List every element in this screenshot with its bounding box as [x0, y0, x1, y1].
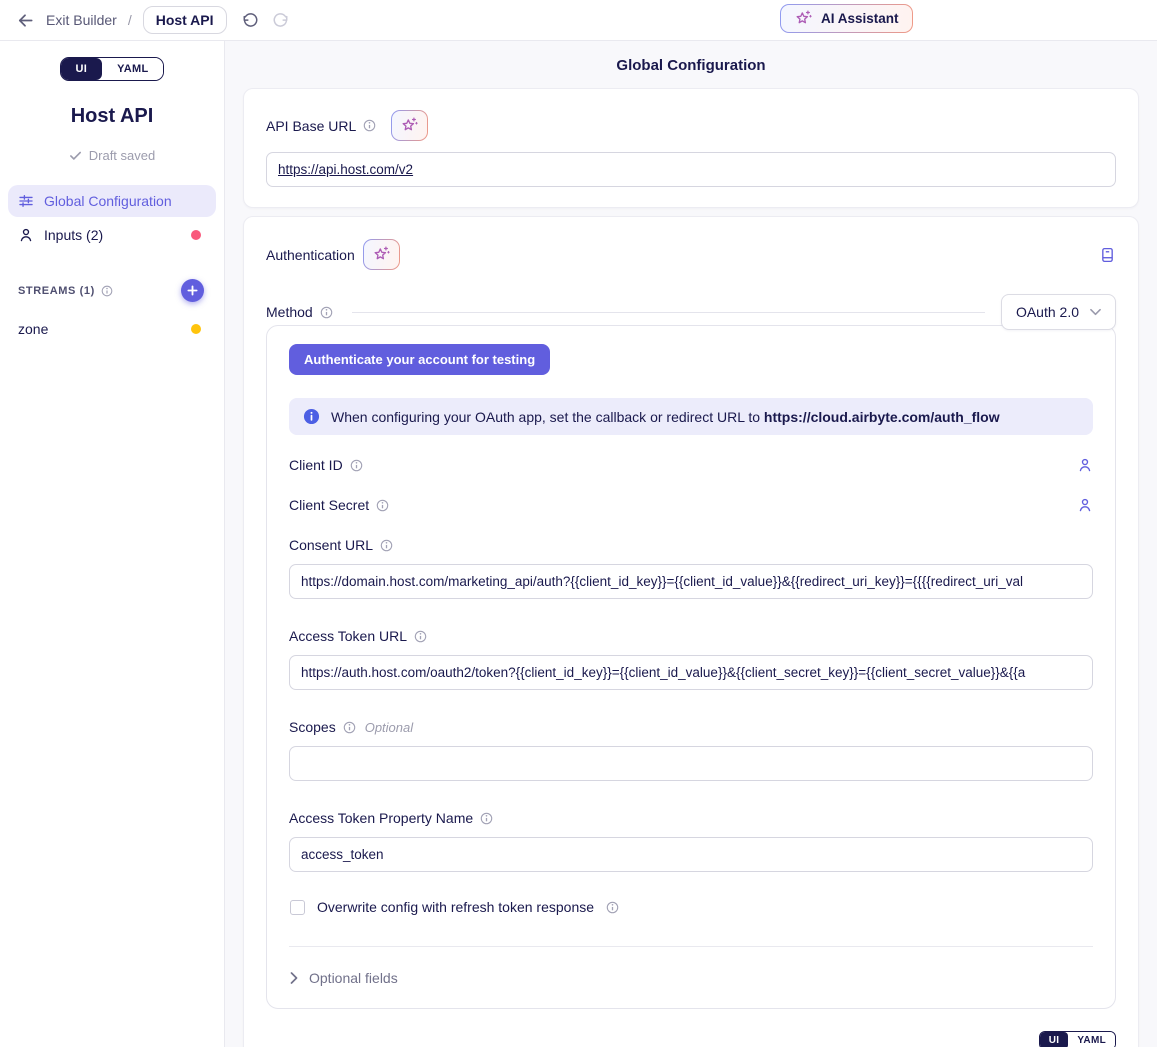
user-input-link-icon[interactable]: [1077, 497, 1093, 513]
oauth-config-group: Authenticate your account for testing Wh…: [266, 325, 1116, 1009]
info-icon: [350, 459, 363, 472]
save-status: Draft saved: [0, 148, 224, 163]
client-id-label: Client ID: [289, 457, 343, 473]
sidebar-item-global-configuration[interactable]: Global Configuration: [8, 185, 216, 217]
connector-name-pill[interactable]: Host API: [143, 6, 227, 34]
sparkle-icon: [372, 245, 391, 264]
info-filled-icon: [303, 408, 320, 425]
user-icon: [18, 227, 34, 243]
access-token-url-input[interactable]: [289, 655, 1093, 690]
card-ui-yaml-toggle[interactable]: UI YAML: [1039, 1031, 1116, 1047]
chevron-down-icon: [1090, 308, 1101, 316]
consent-url-label: Consent URL: [289, 537, 373, 553]
client-secret-label: Client Secret: [289, 497, 369, 513]
sidebar-item-stream-zone[interactable]: zone: [8, 314, 216, 344]
toggle-ui[interactable]: UI: [1040, 1032, 1069, 1047]
authentication-label: Authentication: [266, 247, 355, 263]
auth-method-value: OAuth 2.0: [1016, 304, 1079, 320]
info-icon: [363, 119, 376, 132]
token-property-row: Access Token Property Name: [289, 810, 1093, 826]
stream-status-dot: [191, 324, 201, 334]
back-arrow-icon[interactable]: [16, 11, 35, 30]
toggle-ui[interactable]: UI: [61, 58, 103, 80]
streams-header: STREAMS (1): [18, 279, 206, 302]
check-icon: [69, 149, 82, 162]
connector-builder-app: Exit Builder / Host API: [0, 0, 1157, 1047]
sidebar-nav: Global Configuration Inputs (2): [0, 185, 224, 251]
method-divider-line: [352, 312, 985, 313]
undo-icon[interactable]: [240, 10, 261, 31]
consent-url-row: Consent URL: [289, 537, 1093, 553]
sparkle-icon: [400, 116, 419, 135]
breadcrumb: Exit Builder / Host API: [16, 6, 227, 34]
ui-yaml-toggle[interactable]: UI YAML: [60, 57, 165, 81]
ai-suggest-button[interactable]: [391, 110, 428, 141]
access-token-url-label: Access Token URL: [289, 628, 407, 644]
info-icon: [376, 499, 389, 512]
save-status-label: Draft saved: [89, 148, 155, 163]
sidebar: UI YAML Host API Draft saved Global Conf…: [0, 41, 225, 1047]
info-icon: [380, 539, 393, 552]
client-id-row: Client ID: [289, 457, 1093, 473]
user-input-link-icon[interactable]: [1077, 457, 1093, 473]
info-icon: [343, 721, 356, 734]
info-icon: [606, 901, 619, 914]
auth-method-dropdown[interactable]: OAuth 2.0: [1001, 294, 1116, 330]
callout-text: When configuring your OAuth app, set the…: [331, 409, 1000, 425]
overwrite-config-row: Overwrite config with refresh token resp…: [289, 899, 1093, 915]
scopes-input[interactable]: [289, 746, 1093, 781]
method-label: Method: [266, 304, 313, 320]
breadcrumb-separator: /: [128, 12, 132, 28]
api-base-url-label: API Base URL: [266, 118, 356, 134]
stream-label: zone: [18, 321, 48, 337]
top-bar: Exit Builder / Host API: [0, 0, 1157, 41]
connector-title: Host API: [0, 105, 224, 128]
client-secret-row: Client Secret: [289, 497, 1093, 513]
oauth-callout: When configuring your OAuth app, set the…: [289, 398, 1093, 435]
overwrite-label: Overwrite config with refresh token resp…: [317, 899, 594, 915]
add-stream-button[interactable]: [181, 279, 204, 302]
info-icon: [101, 285, 113, 297]
history-buttons: [240, 10, 291, 31]
divider: [289, 946, 1093, 947]
sidebar-item-label: Global Configuration: [44, 193, 172, 209]
exit-builder-link[interactable]: Exit Builder: [46, 12, 117, 28]
consent-url-input[interactable]: [289, 564, 1093, 599]
main-panel: Global Configuration API Base URL: [225, 41, 1157, 1047]
streams-header-label: STREAMS (1): [18, 285, 95, 297]
info-icon: [414, 630, 427, 643]
toggle-yaml[interactable]: YAML: [1068, 1032, 1115, 1047]
authenticate-button[interactable]: Authenticate your account for testing: [289, 344, 550, 375]
sparkle-icon: [794, 9, 813, 28]
ai-assistant-label: AI Assistant: [821, 11, 899, 26]
docs-book-icon[interactable]: [1099, 246, 1116, 264]
info-icon: [320, 306, 333, 319]
api-base-url-input[interactable]: [266, 152, 1116, 187]
info-icon: [480, 812, 493, 825]
overwrite-checkbox[interactable]: [290, 900, 305, 915]
page-title: Global Configuration: [225, 57, 1157, 74]
chevron-right-icon: [289, 972, 299, 984]
token-property-label: Access Token Property Name: [289, 810, 473, 826]
scopes-label: Scopes: [289, 719, 336, 735]
ai-suggest-button[interactable]: [363, 239, 400, 270]
sliders-icon: [18, 193, 34, 209]
optional-fields-toggle[interactable]: Optional fields: [289, 970, 1093, 986]
inputs-status-dot: [191, 230, 201, 240]
ai-assistant-button[interactable]: AI Assistant: [780, 4, 913, 33]
scopes-row: Scopes Optional: [289, 719, 1093, 735]
sidebar-item-label: Inputs (2): [44, 227, 103, 243]
token-property-input[interactable]: [289, 837, 1093, 872]
redo-icon[interactable]: [270, 10, 291, 31]
sidebar-item-inputs[interactable]: Inputs (2): [8, 219, 216, 251]
optional-tag: Optional: [365, 720, 413, 735]
access-token-url-row: Access Token URL: [289, 628, 1093, 644]
authentication-card: Authentication: [243, 216, 1139, 1047]
api-base-url-card: API Base URL: [243, 88, 1139, 208]
toggle-yaml[interactable]: YAML: [102, 58, 163, 80]
callout-url: https://cloud.airbyte.com/auth_flow: [764, 409, 1000, 425]
optional-fields-label: Optional fields: [309, 970, 398, 986]
